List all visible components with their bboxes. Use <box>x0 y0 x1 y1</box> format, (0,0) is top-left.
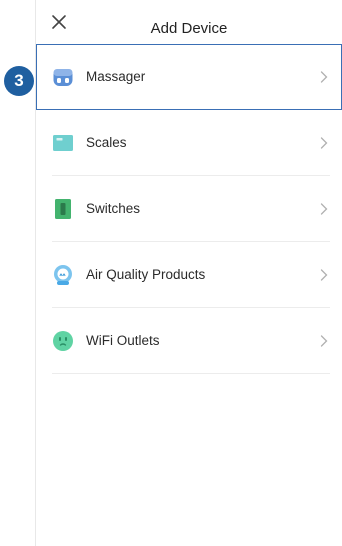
chevron-right-icon <box>320 203 328 215</box>
device-row-air-quality[interactable]: Air Quality Products <box>36 242 342 308</box>
chevron-right-icon <box>320 71 328 83</box>
row-divider <box>52 373 330 374</box>
device-row-massager[interactable]: Massager <box>36 44 342 110</box>
outlet-icon <box>53 331 73 351</box>
device-row-scales[interactable]: Scales <box>36 110 342 176</box>
massager-icon <box>53 69 73 86</box>
chevron-right-icon <box>320 137 328 149</box>
add-device-screen: Add Device Massager Scales Switches Air … <box>0 0 342 546</box>
header: Add Device <box>36 0 342 44</box>
device-category-list: Massager Scales Switches Air Quality Pro… <box>36 44 342 374</box>
step-number-badge: 3 <box>4 66 34 96</box>
device-row-label: Air Quality Products <box>86 267 206 282</box>
device-row-label: Massager <box>86 69 146 84</box>
chevron-right-icon <box>320 269 328 281</box>
device-row-label: WiFi Outlets <box>86 333 160 348</box>
device-row-wifi-outlets[interactable]: WiFi Outlets <box>36 308 342 374</box>
chevron-right-icon <box>320 335 328 347</box>
switch-icon <box>55 199 71 219</box>
device-row-switches[interactable]: Switches <box>36 176 342 242</box>
scale-icon <box>53 135 73 151</box>
device-row-label: Scales <box>86 135 127 150</box>
device-row-label: Switches <box>86 201 141 216</box>
air-purifier-icon <box>54 265 72 285</box>
